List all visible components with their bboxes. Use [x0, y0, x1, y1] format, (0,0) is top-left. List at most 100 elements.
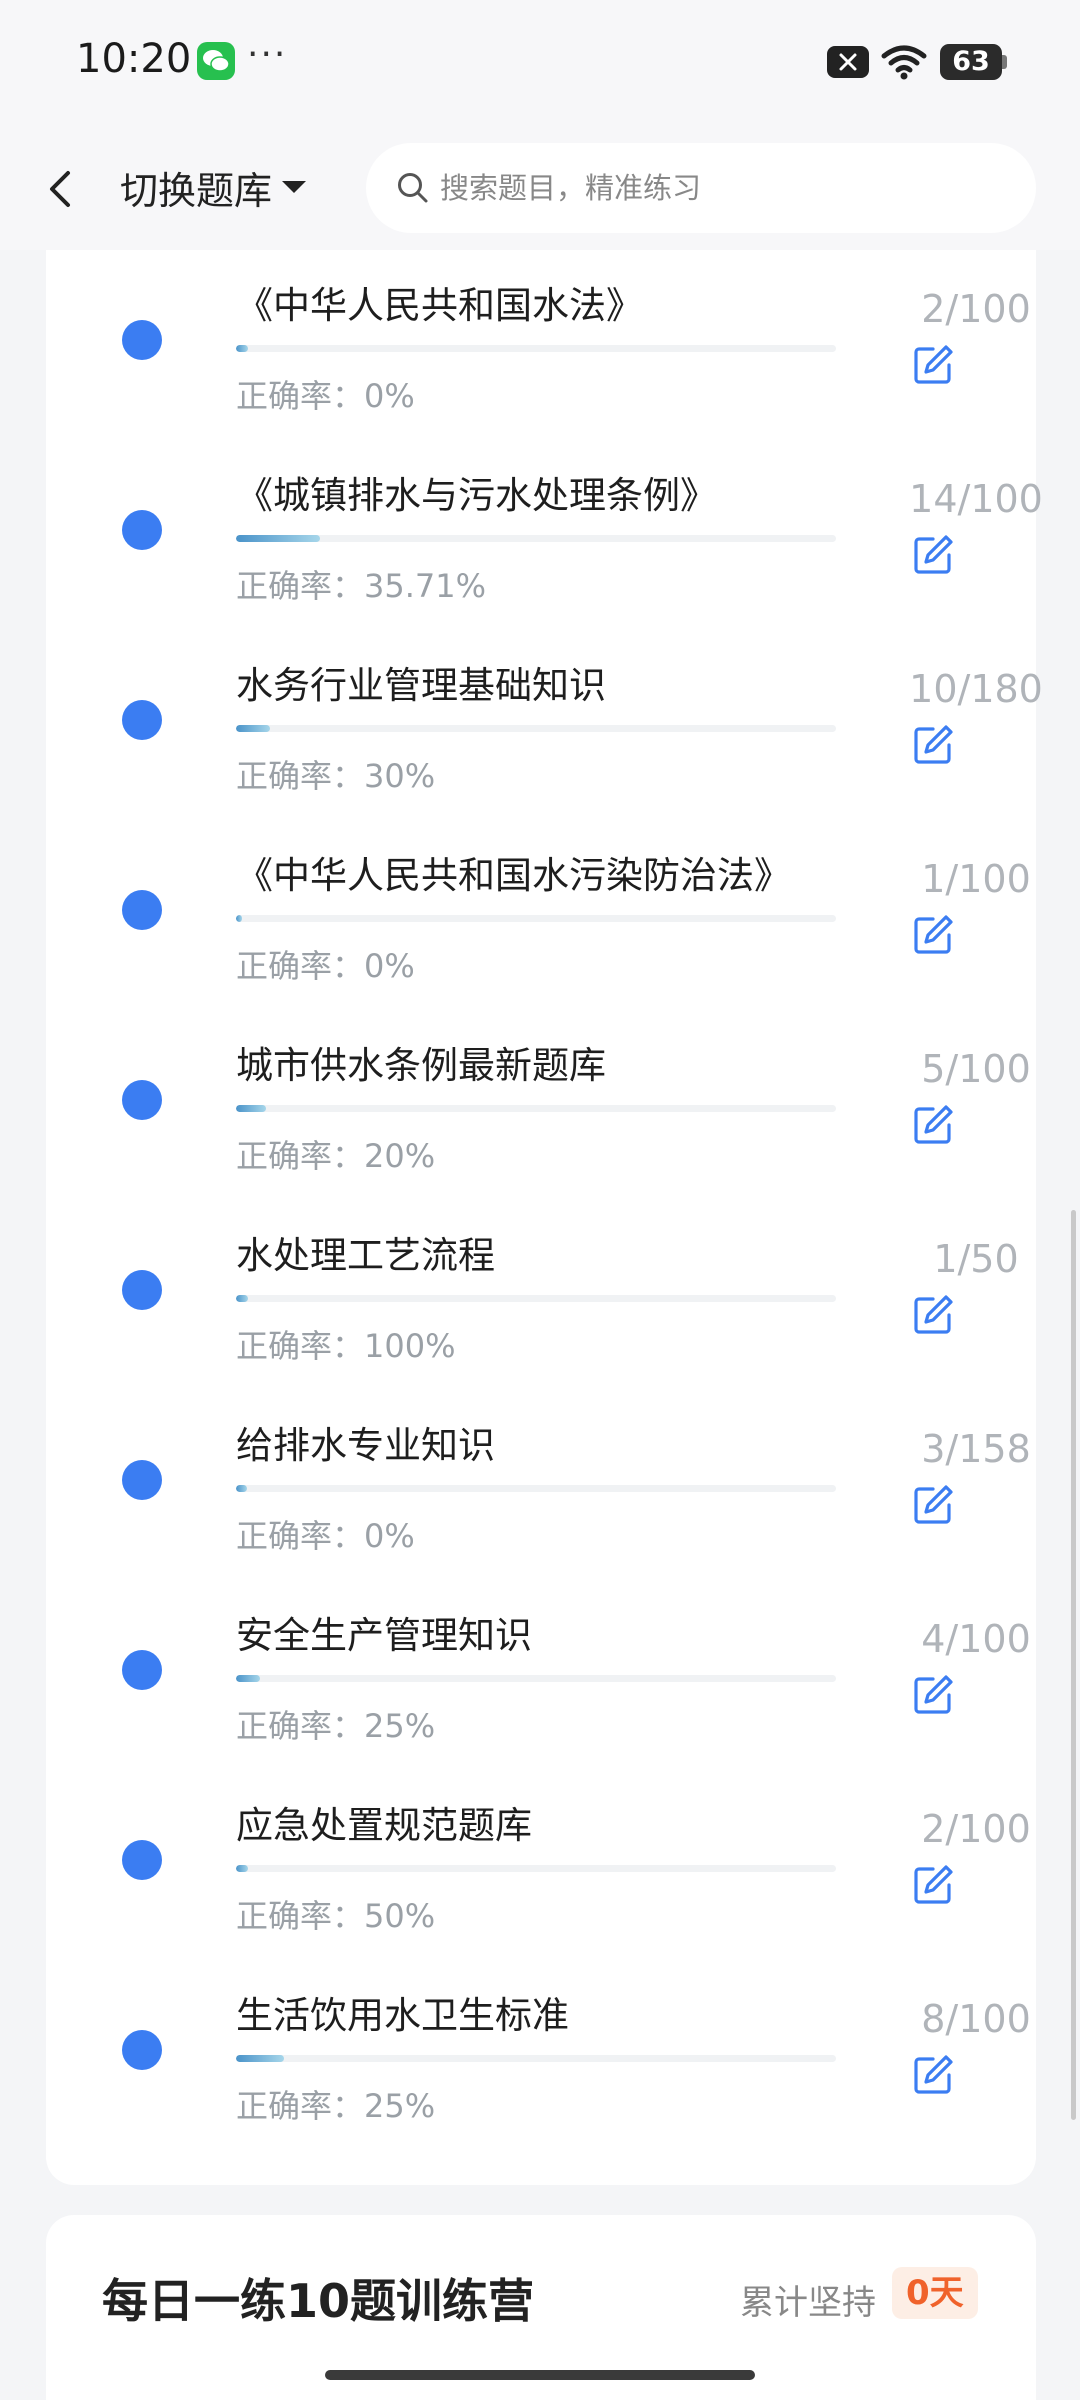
accuracy-label: 正确率：: [236, 567, 365, 605]
accuracy-value: 25%: [364, 1707, 436, 1745]
accuracy-value: 0%: [364, 377, 415, 415]
bullet-dot: [122, 1650, 162, 1690]
accuracy-rate: 正确率：0%: [236, 1511, 415, 1557]
progress-count: 5/100: [921, 1047, 1031, 1091]
progress-fill: [236, 725, 270, 732]
accuracy-rate: 正确率：20%: [236, 1131, 435, 1177]
accuracy-value: 0%: [364, 947, 415, 985]
progress-count: 1/100: [921, 857, 1031, 901]
accuracy-label: 正确率：: [236, 947, 365, 985]
training-camp-title: 每日一练10题训练营: [102, 2274, 535, 2328]
progress-fill: [236, 1485, 247, 1492]
accuracy-value: 25%: [364, 2087, 436, 2125]
bullet-dot: [122, 2030, 162, 2070]
bullet-dot: [122, 1080, 162, 1120]
progress-fill: [236, 2055, 284, 2062]
progress-count: 1/50: [933, 1237, 1019, 1281]
question-bank-item[interactable]: 《中华人民共和国水污染防治法》 正确率：0% 1/100: [46, 835, 1036, 1025]
accuracy-value: 30%: [364, 757, 436, 795]
header: 切换题库: [0, 125, 1080, 250]
no-sim-icon: [827, 46, 869, 78]
accuracy-rate: 正确率：100%: [236, 1321, 456, 1367]
progress-count: 2/100: [921, 1807, 1031, 1851]
bank-title: 安全生产管理知识: [236, 1614, 532, 1657]
edit-icon[interactable]: [911, 913, 955, 957]
accuracy-rate: 正确率：25%: [236, 2081, 435, 2127]
question-bank-item[interactable]: 生活饮用水卫生标准 正确率：25% 8/100: [46, 1975, 1036, 2165]
bank-title: 《城镇排水与污水处理条例》: [236, 474, 717, 517]
screen: 10:20 ··· 63 切换题库 搜索题目，精准练习 《中华人民共和国水法》 …: [0, 0, 1080, 2400]
question-bank-item[interactable]: 安全生产管理知识 正确率：25% 4/100: [46, 1595, 1036, 1785]
bank-title: 水处理工艺流程: [236, 1234, 495, 1277]
progress-fill: [236, 1295, 248, 1302]
scrollbar[interactable]: [1071, 1210, 1076, 2120]
accuracy-label: 正确率：: [236, 2087, 365, 2125]
edit-icon[interactable]: [911, 1673, 955, 1717]
progress-fill: [236, 1865, 248, 1872]
home-indicator[interactable]: [325, 2370, 755, 2380]
battery-tip: [1002, 55, 1007, 69]
progress-track: [236, 345, 836, 352]
wechat-icon: [197, 42, 235, 80]
progress-count: 8/100: [921, 1997, 1031, 2041]
streak-days-badge: 0天: [892, 2267, 978, 2319]
progress-fill: [236, 1105, 266, 1112]
bank-title: 城市供水条例最新题库: [236, 1044, 606, 1087]
bullet-dot: [122, 320, 162, 360]
question-bank-item[interactable]: 应急处置规范题库 正确率：50% 2/100: [46, 1785, 1036, 1975]
progress-track: [236, 1675, 836, 1682]
edit-icon[interactable]: [911, 1863, 955, 1907]
wifi-icon: [881, 45, 927, 80]
search-input[interactable]: [440, 171, 1000, 205]
switch-bank-label: 切换题库: [120, 168, 273, 213]
question-bank-item[interactable]: 《中华人民共和国水法》 正确率：0% 2/100: [46, 265, 1036, 455]
edit-icon[interactable]: [911, 723, 955, 767]
progress-fill: [236, 535, 320, 542]
question-bank-item[interactable]: 给排水专业知识 正确率：0% 3/158: [46, 1405, 1036, 1595]
question-bank-item[interactable]: 水处理工艺流程 正确率：100% 1/50: [46, 1215, 1036, 1405]
accuracy-value: 50%: [364, 1897, 436, 1935]
accuracy-rate: 正确率：25%: [236, 1701, 435, 1747]
accuracy-label: 正确率：: [236, 1517, 365, 1555]
search-box[interactable]: [366, 143, 1036, 233]
battery-indicator: 63: [940, 44, 1002, 80]
bullet-dot: [122, 1270, 162, 1310]
question-bank-item[interactable]: 水务行业管理基础知识 正确率：30% 10/180: [46, 645, 1043, 835]
accuracy-label: 正确率：: [236, 1707, 365, 1745]
caret-down-icon: [282, 181, 307, 193]
more-notifications-icon: ···: [247, 34, 288, 75]
accuracy-value: 0%: [364, 1517, 415, 1555]
accuracy-label: 正确率：: [236, 377, 365, 415]
accuracy-rate: 正确率：50%: [236, 1891, 435, 1937]
accuracy-label: 正确率：: [236, 1137, 365, 1175]
edit-icon[interactable]: [911, 1103, 955, 1147]
switch-bank-dropdown[interactable]: 切换题库: [120, 155, 307, 219]
progress-count: 14/100: [909, 477, 1043, 521]
progress-fill: [236, 1675, 260, 1682]
back-button[interactable]: [38, 153, 88, 223]
progress-count: 4/100: [921, 1617, 1031, 1661]
chevron-left-icon: [50, 171, 70, 207]
bank-title: 应急处置规范题库: [236, 1804, 532, 1847]
progress-track: [236, 535, 836, 542]
bullet-dot: [122, 1840, 162, 1880]
edit-icon[interactable]: [911, 1483, 955, 1527]
edit-icon[interactable]: [911, 533, 955, 577]
accuracy-rate: 正确率：0%: [236, 941, 415, 987]
edit-icon[interactable]: [911, 1293, 955, 1337]
bank-title: 生活饮用水卫生标准: [236, 1994, 569, 2037]
question-bank-item[interactable]: 城市供水条例最新题库 正确率：20% 5/100: [46, 1025, 1036, 1215]
bullet-dot: [122, 1460, 162, 1500]
accuracy-label: 正确率：: [236, 1897, 365, 1935]
bullet-dot: [122, 700, 162, 740]
accuracy-rate: 正确率：0%: [236, 371, 415, 417]
status-bar: 10:20 ··· 63: [0, 0, 1080, 125]
edit-icon[interactable]: [911, 2053, 955, 2097]
edit-icon[interactable]: [911, 343, 955, 387]
accuracy-value: 35.71%: [364, 567, 487, 605]
bullet-dot: [122, 510, 162, 550]
question-bank-item[interactable]: 《城镇排水与污水处理条例》正确率：35.71% 14/100: [46, 455, 1043, 645]
progress-track: [236, 1865, 836, 1872]
bullet-dot: [122, 890, 162, 930]
progress-count: 3/158: [921, 1427, 1031, 1471]
